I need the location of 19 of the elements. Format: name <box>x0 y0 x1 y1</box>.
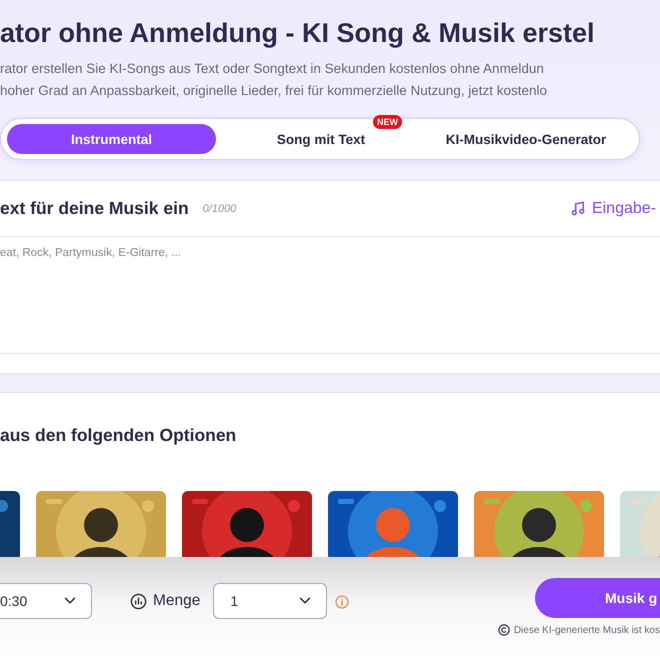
new-badge: NEW <box>373 115 402 129</box>
duration-select[interactable]: 0:30 <box>0 583 92 619</box>
notice-text: Diese KI-generierte Musik ist kos <box>514 624 660 636</box>
music-note-icon <box>570 201 586 216</box>
section-heading: ext für deine Musik ein <box>0 198 189 219</box>
quantity-select[interactable]: 1 <box>213 583 328 619</box>
character-counter: 0/1000 <box>202 202 236 214</box>
bar-chart-icon <box>130 593 147 610</box>
mode-tab[interactable]: KI-Musikvideo-Generator <box>426 124 626 154</box>
description-line: hoher Grad an Anpassbarkeit, originelle Lieder, frei für kommerzielle Nutzung, jetzt kostenlo <box>0 82 548 100</box>
input-link[interactable]: Eingabe- <box>570 200 656 218</box>
generate-button[interactable]: Musik g <box>535 578 660 618</box>
copyright-icon <box>498 624 510 636</box>
page-title: ator ohne Anmeldung - KI Song & Musik erstel <box>0 18 596 50</box>
quantity-label: Menge <box>153 592 200 610</box>
section-heading: aus den folgenden Optionen <box>0 425 238 447</box>
mode-tab[interactable]: Instrumental <box>7 124 216 154</box>
info-icon <box>335 595 350 609</box>
description-line: rator erstellen Sie KI-Songs aus Text oder Songtext in Sekunden kostenlos ohne Anmeldun <box>0 60 545 78</box>
